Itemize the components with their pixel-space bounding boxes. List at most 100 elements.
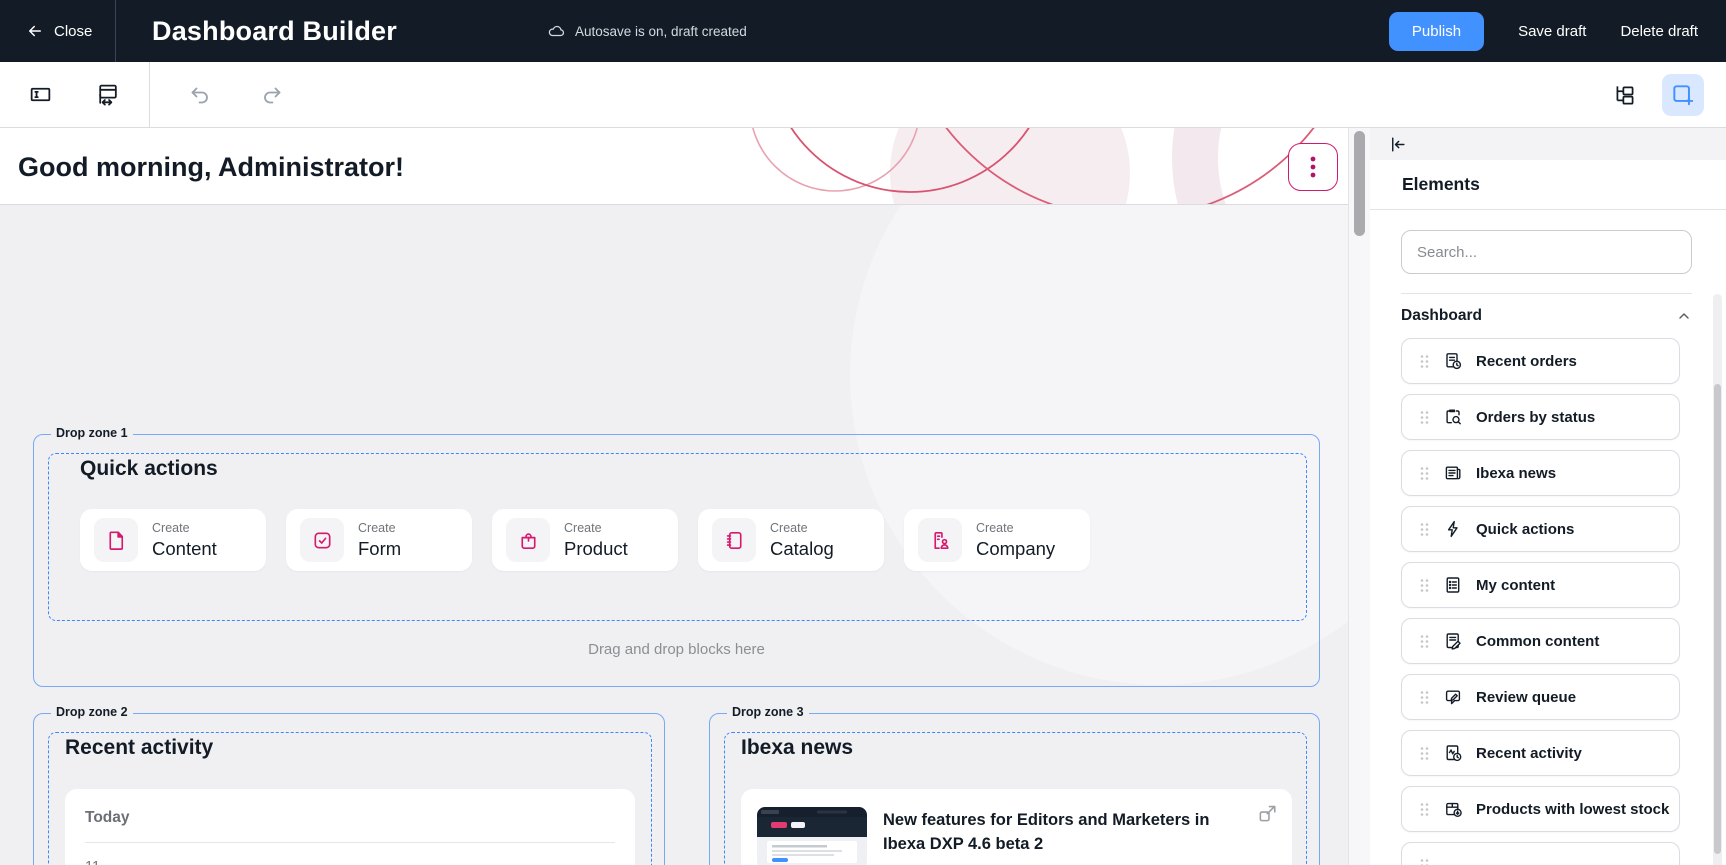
toolbar-left-group (0, 62, 150, 127)
dashboard-section-toggle[interactable]: Dashboard (1401, 307, 1692, 325)
element-review-queue[interactable]: Review queue (1401, 674, 1680, 720)
drop-zone-3-label: Drop zone 3 (727, 705, 809, 719)
element-label: Common content (1476, 633, 1599, 650)
section-label: Dashboard (1401, 307, 1482, 325)
input-field-icon[interactable] (26, 80, 55, 109)
element-ibexa-news[interactable]: Ibexa news (1401, 450, 1680, 496)
newspaper-icon (1443, 463, 1463, 483)
product-clock-icon (1443, 799, 1463, 819)
save-draft-button[interactable]: Save draft (1518, 23, 1586, 40)
sidebar-scrollbar (1713, 294, 1722, 865)
builder-toolbar (0, 62, 1726, 128)
ibexa-news-title: Ibexa news (741, 736, 853, 760)
document-list-icon (1443, 575, 1463, 595)
element-label: Products with lowest stock (1476, 801, 1669, 818)
divider (85, 842, 615, 843)
activity-entry: 11 seconds ago AUAdministrator User crea… (85, 856, 615, 865)
undo-redo-group (186, 81, 286, 109)
cloud-icon (547, 22, 566, 41)
element-label: My content (1476, 577, 1555, 594)
element-quick-actions[interactable]: Quick actions (1401, 506, 1680, 552)
redo-icon[interactable] (258, 81, 286, 109)
collapse-panel-icon[interactable] (1386, 133, 1409, 156)
drop-zone-3[interactable]: Drop zone 3 Ibexa news New features f (709, 713, 1320, 865)
drag-handle-icon[interactable] (1419, 689, 1430, 706)
external-link-icon[interactable] (1257, 803, 1278, 824)
elements-title: Elements (1370, 160, 1726, 210)
undo-icon[interactable] (186, 81, 214, 109)
chevron-up-icon (1676, 308, 1692, 324)
drag-handle-icon[interactable] (1419, 801, 1430, 818)
main-scrollbar (1348, 128, 1370, 865)
drag-handle-icon[interactable] (1419, 521, 1430, 538)
recent-activity-card: Today 11 seconds ago AUAdministrator Use… (65, 789, 635, 865)
create-prefix: Create (976, 521, 1055, 535)
divider (1401, 293, 1692, 294)
drag-drop-hint: Drag and drop blocks here (34, 641, 1319, 658)
dashboard-options-button[interactable] (1288, 143, 1338, 191)
dashboard-preview: Good morning, Administrator! Drop zone 1… (0, 128, 1348, 865)
drop-zone-2[interactable]: Drop zone 2 Recent activity Today 11 sec… (33, 713, 665, 865)
create-form-label: Form (358, 538, 401, 560)
create-prefix: Create (770, 521, 834, 535)
clipboard-search-icon (1443, 407, 1463, 427)
element-products-lowest-stock[interactable]: Products with lowest stock (1401, 786, 1680, 832)
create-catalog-card[interactable]: Create Catalog (698, 509, 884, 571)
create-content-card[interactable]: Create Content (80, 509, 266, 571)
drag-handle-icon[interactable] (1419, 465, 1430, 482)
element-my-content[interactable]: My content (1401, 562, 1680, 608)
news-item-title: New features for Editors and Marketers i… (883, 809, 1276, 857)
create-form-card[interactable]: Create Form (286, 509, 472, 571)
drop-zone-2-label: Drop zone 2 (51, 705, 133, 719)
element-orders-by-status[interactable]: Orders by status (1401, 394, 1680, 440)
publish-button[interactable]: Publish (1389, 12, 1484, 51)
delete-draft-button[interactable]: Delete draft (1620, 23, 1698, 40)
lightning-icon (1443, 519, 1463, 539)
drag-handle-icon[interactable] (1419, 633, 1430, 650)
activity-clock-icon (1443, 743, 1463, 763)
create-product-label: Product (564, 538, 628, 560)
drag-handle-icon[interactable] (1419, 409, 1430, 426)
create-product-card[interactable]: Create Product (492, 509, 678, 571)
notebook-icon (712, 518, 756, 562)
element-label: Recent activity (1476, 745, 1582, 762)
product-bag-icon (506, 518, 550, 562)
element-recent-orders[interactable]: Recent orders (1401, 338, 1680, 384)
drag-handle-icon[interactable] (1419, 577, 1430, 594)
element-label: Recent orders (1476, 353, 1577, 370)
window-resize-icon[interactable] (93, 80, 122, 109)
document-clock-icon (1443, 351, 1463, 371)
main-scrollbar-thumb[interactable] (1354, 131, 1365, 236)
quick-actions-row: Create Content Create Form (80, 509, 1090, 571)
create-company-label: Company (976, 538, 1055, 560)
drag-handle-icon[interactable] (1419, 353, 1430, 370)
element-common-content[interactable]: Common content (1401, 618, 1680, 664)
element-recent-activity[interactable]: Recent activity (1401, 730, 1680, 776)
element-label: Quick actions (1476, 521, 1574, 538)
add-element-button[interactable] (1662, 74, 1704, 116)
close-button[interactable]: Close (0, 0, 116, 62)
sidebar-scrollbar-thumb[interactable] (1714, 384, 1721, 854)
news-thumbnail (757, 807, 867, 865)
builder-canvas: Drop zone 1 Quick actions Create Content (0, 205, 1348, 865)
activity-timestamp: 11 seconds ago (85, 856, 147, 865)
drop-zone-1[interactable]: Drop zone 1 Quick actions Create Content (33, 434, 1320, 687)
structure-tree-icon[interactable] (1610, 80, 1640, 110)
square-plus-icon (1670, 82, 1696, 108)
top-navbar: Close Dashboard Builder Autosave is on, … (0, 0, 1726, 62)
dashboard-header: Good morning, Administrator! (0, 128, 1348, 205)
create-company-card[interactable]: Create Company (904, 509, 1090, 571)
element-label: Orders by status (1476, 409, 1595, 426)
element-partial-next[interactable] (1401, 842, 1680, 865)
drag-handle-icon[interactable] (1419, 857, 1430, 865)
quick-actions-title: Quick actions (80, 457, 218, 481)
comment-pencil-icon (1443, 687, 1463, 707)
back-arrow-icon (26, 22, 44, 40)
news-item[interactable]: New features for Editors and Marketers i… (741, 789, 1292, 865)
kebab-menu-icon (1310, 155, 1316, 179)
drop-zone-1-label: Drop zone 1 (51, 426, 133, 440)
panel-collapse-bar (1370, 128, 1726, 160)
search-input[interactable] (1401, 230, 1692, 274)
create-content-label: Content (152, 538, 217, 560)
drag-handle-icon[interactable] (1419, 745, 1430, 762)
